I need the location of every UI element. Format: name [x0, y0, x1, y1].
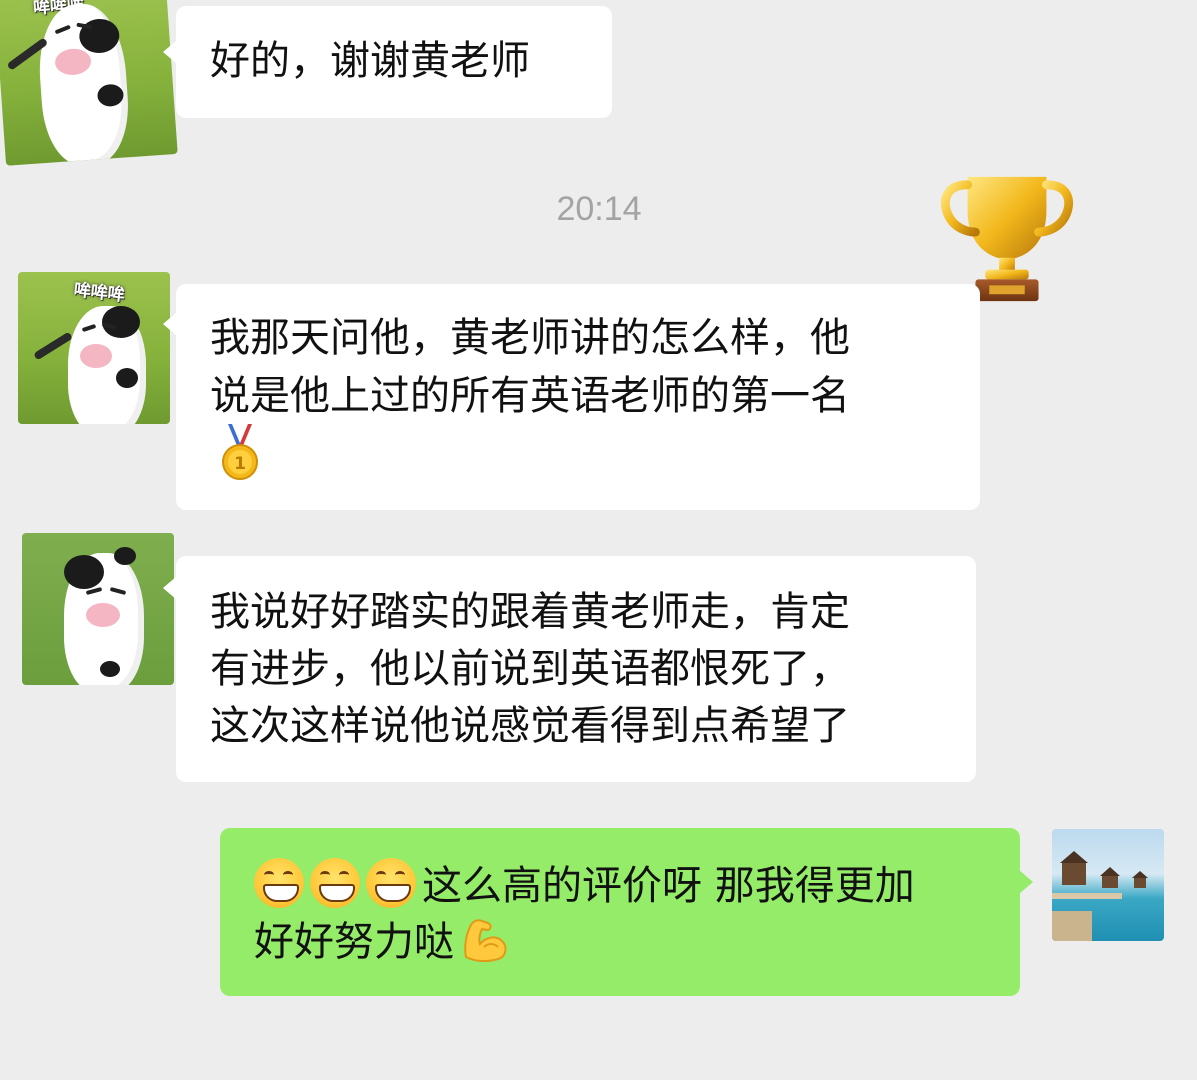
message-line: 这次这样说他说感觉看得到点希望了 [210, 703, 850, 749]
message-text: 好的，谢谢黄老师 [210, 38, 530, 84]
svg-text:1: 1 [234, 454, 246, 474]
grin-icon [366, 857, 416, 908]
message-line: 我说好好踏实的跟着黄老师走，肯定 [210, 589, 850, 635]
message-line: 这么高的评价呀 那我得更加 [254, 857, 915, 915]
microphone-icon [33, 331, 73, 361]
grin-icon [310, 857, 360, 908]
timestamp-next [449, 1066, 749, 1080]
chat-window: 哞哞哞 好的，谢谢黄老师 20:14 哞哞哞 我那天问他，黄老师讲的怎么样，他 … [0, 0, 1197, 1080]
grin-icon [254, 857, 304, 908]
message-bubble[interactable]: 好的，谢谢黄老师 [176, 6, 612, 118]
message-line: 有进步，他以前说到英语都恨死了， [210, 646, 850, 692]
message-line: 说是他上过的所有英语老师的第一名 [210, 373, 850, 419]
message-bubble-self[interactable]: 这么高的评价呀 那我得更加 好好努力哒 [220, 828, 1020, 996]
message-line: 我那天问他，黄老师讲的怎么样，他 [210, 315, 850, 361]
contact-avatar[interactable]: 哞哞哞 [18, 272, 170, 424]
message-bubble[interactable]: 我说好好踏实的跟着黄老师走，肯定 有进步，他以前说到英语都恨死了， 这次这样说他… [176, 556, 976, 782]
message-bubble[interactable]: 我那天问他，黄老师讲的怎么样，他 说是他上过的所有英语老师的第一名 1 [176, 284, 980, 510]
message-line: 好好努力哒 [254, 914, 510, 971]
timestamp: 20:14 [556, 190, 642, 228]
contact-avatar[interactable]: 哞哞哞 [0, 0, 178, 166]
contact-avatar[interactable] [22, 533, 174, 685]
self-avatar[interactable] [1052, 829, 1164, 941]
flexed-biceps-icon [464, 918, 507, 962]
medal-icon: 1 [222, 424, 258, 480]
sticker-caption: 哞哞哞 [72, 280, 126, 306]
